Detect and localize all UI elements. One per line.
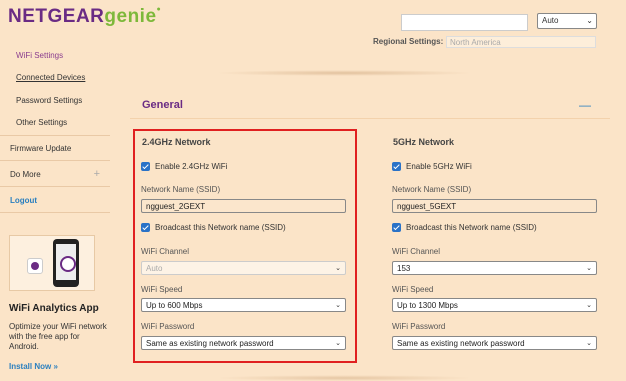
broadcast-2-4ghz-label: Broadcast this Network name (SSID) xyxy=(155,223,286,232)
channel-2-4ghz-value: Auto xyxy=(146,264,163,273)
enable-2-4ghz-checkbox[interactable] xyxy=(141,162,150,172)
password-5ghz-select[interactable]: Same as existing network password ⌄ xyxy=(392,336,597,350)
chevron-down-icon: ⌄ xyxy=(586,302,592,309)
logo-brand: NETGEAR xyxy=(8,6,105,27)
install-now-link[interactable]: Install Now » xyxy=(9,362,58,371)
sidebar-divider xyxy=(0,135,110,136)
sidebar-item-connected-devices[interactable]: Connected Devices xyxy=(16,73,110,82)
channel-2-4ghz-select: Auto ⌄ xyxy=(141,261,346,275)
chevron-down-icon: ⌄ xyxy=(335,302,341,309)
sidebar-divider xyxy=(0,160,110,161)
enable-2-4ghz-label: Enable 2.4GHz WiFi xyxy=(155,162,228,171)
netgear-genie-logo: NETGEARgenie● xyxy=(8,6,161,28)
regional-settings-select: North America xyxy=(446,36,596,48)
broadcast-2-4ghz-row[interactable]: Broadcast this Network name (SSID) xyxy=(141,223,286,233)
chevron-down-icon: ⌄ xyxy=(335,265,341,272)
sidebar-divider xyxy=(0,212,110,213)
promo-text: Optimize your WiFi network with the free… xyxy=(9,322,107,351)
channel-5ghz-value: 153 xyxy=(397,264,411,273)
password-label: WiFi Password xyxy=(392,322,446,331)
password-label: WiFi Password xyxy=(141,322,195,331)
language-value: Auto xyxy=(542,16,559,25)
sidebar-item-firmware-update[interactable]: Firmware Update xyxy=(10,144,120,153)
ssid-label: Network Name (SSID) xyxy=(392,185,472,194)
band-2-4ghz-title: 2.4GHz Network xyxy=(142,137,211,147)
section-title-general: General xyxy=(142,99,183,111)
sidebar-item-wifi-settings[interactable]: WiFi Settings xyxy=(16,51,110,60)
broadcast-2-4ghz-checkbox[interactable] xyxy=(141,223,150,233)
password-2-4ghz-value: Same as existing network password xyxy=(146,339,274,348)
enable-5ghz-row[interactable]: Enable 5GHz WiFi xyxy=(392,162,472,172)
section-divider-shadow xyxy=(214,70,474,76)
chevron-down-icon: ⌄ xyxy=(335,340,341,347)
band-5ghz-panel: 5GHz Network Enable 5GHz WiFi Network Na… xyxy=(384,128,604,368)
genie-app-icon xyxy=(27,258,43,274)
logout-link[interactable]: Logout xyxy=(10,196,120,205)
speed-2-4ghz-value: Up to 600 Mbps xyxy=(146,301,203,310)
bottom-divider-shadow xyxy=(214,375,474,381)
plus-icon[interactable]: + xyxy=(94,168,100,180)
trademark-icon: ● xyxy=(156,6,162,13)
ssid-label: Network Name (SSID) xyxy=(141,185,221,194)
sidebar-item-other-settings[interactable]: Other Settings xyxy=(16,118,110,127)
wifi-analytics-app-image xyxy=(9,235,95,291)
speed-2-4ghz-select[interactable]: Up to 600 Mbps ⌄ xyxy=(141,298,346,312)
enable-5ghz-label: Enable 5GHz WiFi xyxy=(406,162,472,171)
regional-settings-label: Regional Settings: xyxy=(373,37,444,46)
channel-label: WiFi Channel xyxy=(392,247,441,256)
sidebar-divider xyxy=(0,186,110,187)
band-5ghz-title: 5GHz Network xyxy=(393,137,455,147)
phone-icon xyxy=(53,239,79,287)
speed-label: WiFi Speed xyxy=(392,285,434,294)
speed-label: WiFi Speed xyxy=(141,285,183,294)
speed-5ghz-select[interactable]: Up to 1300 Mbps ⌄ xyxy=(392,298,597,312)
sidebar-item-password-settings[interactable]: Password Settings xyxy=(16,96,110,105)
broadcast-5ghz-checkbox[interactable] xyxy=(392,223,401,233)
band-2-4ghz-panel: 2.4GHz Network Enable 2.4GHz WiFi Networ… xyxy=(133,128,353,368)
password-2-4ghz-select[interactable]: Same as existing network password ⌄ xyxy=(141,336,346,350)
top-bar: NETGEARgenie● Auto ⌄ xyxy=(0,0,626,38)
password-5ghz-value: Same as existing network password xyxy=(397,339,525,348)
channel-5ghz-select[interactable]: 153 ⌄ xyxy=(392,261,597,275)
logo-genie: genie xyxy=(104,6,157,27)
chevron-down-icon: ⌄ xyxy=(586,265,592,272)
collapse-icon[interactable]: — xyxy=(579,98,591,112)
enable-5ghz-checkbox[interactable] xyxy=(392,162,401,172)
ssid-5ghz-input[interactable]: ngguest_5GEXT xyxy=(392,199,597,213)
sidebar-item-do-more[interactable]: Do More + xyxy=(10,168,110,180)
channel-label: WiFi Channel xyxy=(141,247,190,256)
language-select[interactable]: Auto ⌄ xyxy=(537,13,597,29)
ssid-2-4ghz-input[interactable]: ngguest_2GEXT xyxy=(141,199,346,213)
speed-5ghz-value: Up to 1300 Mbps xyxy=(397,301,458,310)
section-rule xyxy=(130,118,610,119)
promo-title: WiFi Analytics App xyxy=(9,303,99,314)
chevron-down-icon: ⌄ xyxy=(586,16,593,25)
search-input[interactable] xyxy=(401,14,528,31)
broadcast-5ghz-label: Broadcast this Network name (SSID) xyxy=(406,223,537,232)
broadcast-5ghz-row[interactable]: Broadcast this Network name (SSID) xyxy=(392,223,537,233)
do-more-label: Do More xyxy=(10,170,41,179)
chevron-down-icon: ⌄ xyxy=(586,340,592,347)
enable-2-4ghz-row[interactable]: Enable 2.4GHz WiFi xyxy=(141,162,228,172)
